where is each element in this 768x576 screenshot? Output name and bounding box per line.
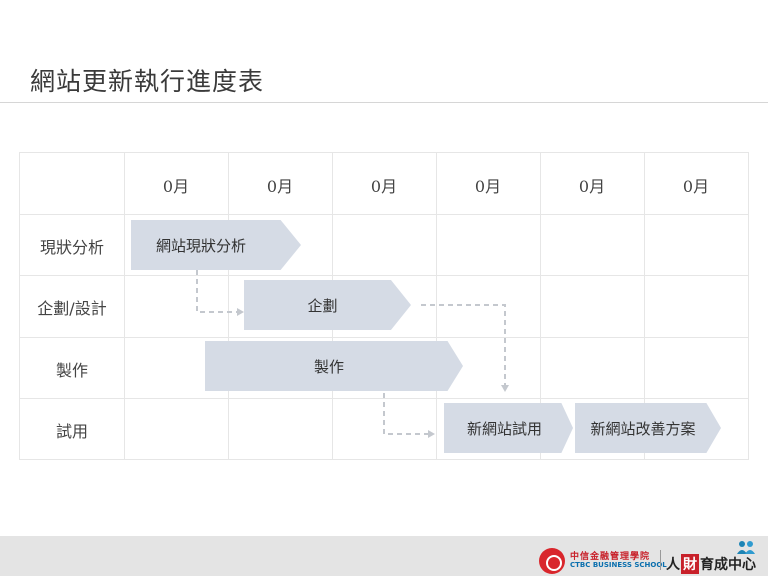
ctbc-logo-icon [539,548,565,574]
task-bar-analysis: 網站現狀分析 [131,220,301,270]
row-label-planning: 企劃/設計 [37,299,107,318]
page-title: 網站更新執行進度表 [30,67,265,96]
row-divider [20,214,748,215]
month-header: 0月 [162,177,190,196]
column-divider [228,153,229,459]
task-bar-label: 新網站試用 [466,419,542,438]
task-bar-production: 製作 [205,341,463,391]
task-bar-improve: 新網站改善方案 [575,403,721,453]
task-bar-label: 製作 [313,357,344,376]
footer-divider [660,550,661,570]
column-divider [124,153,125,459]
row-label-production: 製作 [55,361,88,380]
title-divider [0,102,768,103]
row-label-trial: 試用 [55,422,88,441]
talent-center-logo: 人 財 育成中心 [666,554,756,574]
talent-text-2: 財 [681,554,699,574]
task-bar-label: 網站現狀分析 [155,236,246,255]
row-divider [20,275,748,276]
task-bar-planning: 企劃 [244,280,411,330]
column-divider [436,153,437,459]
row-label-analysis: 現狀分析 [39,238,104,257]
talent-text-3: 育成中心 [700,557,756,573]
footer-bar [0,536,768,576]
row-divider [20,337,748,338]
school-name-en: CTBC BUSINESS SCHOOL [570,561,667,569]
month-header: 0月 [370,177,398,196]
task-bar-trial: 新網站試用 [444,403,573,453]
task-bar-label: 新網站改善方案 [590,419,696,438]
month-header: 0月 [682,177,710,196]
month-header: 0月 [266,177,294,196]
task-bar-label: 企劃 [307,296,338,315]
row-divider [20,398,748,399]
month-header: 0月 [474,177,502,196]
people-icon [737,541,755,554]
talent-text-1: 人 [666,557,680,573]
month-header: 0月 [578,177,606,196]
